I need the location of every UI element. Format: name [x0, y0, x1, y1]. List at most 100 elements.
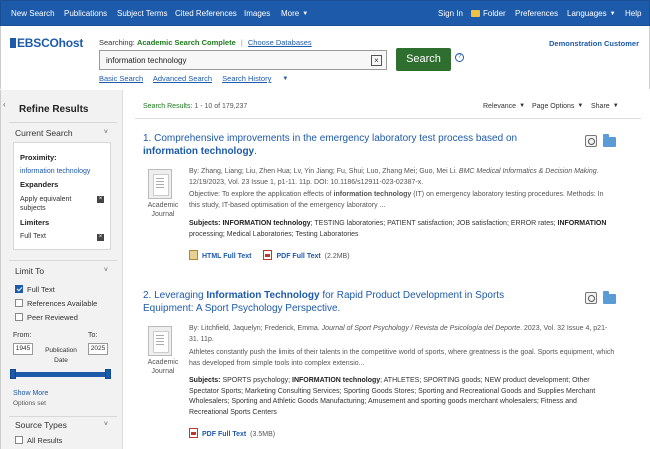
subject-list[interactable]: processing; Medical Laboratories; Testin…	[189, 231, 359, 238]
full-text-links: PDF Full Text (3.5MB)	[189, 428, 275, 438]
pdf-size: (3.5MB)	[250, 431, 276, 438]
nav-cited-references[interactable]: Cited References	[175, 9, 237, 18]
expander-value: Apply equivalent subjects	[20, 196, 72, 212]
references-available-checkbox[interactable]: References Available	[15, 299, 97, 308]
pdf-full-text-link[interactable]: PDF Full Text	[189, 428, 246, 438]
clear-icon[interactable]: ×	[371, 55, 382, 66]
chevron-down-icon: ▼	[577, 103, 584, 109]
chevron-down-icon[interactable]: ˅	[104, 421, 108, 428]
nav-more[interactable]: More ▼	[281, 9, 308, 18]
search-box: ×	[99, 50, 387, 70]
nav-folder-label: Folder	[483, 9, 506, 18]
subject-highlight[interactable]: INFORMATION technology	[292, 377, 380, 384]
result-authors: By: Zhang, Liang; Liu, Zhen Hua; Lv, Yin…	[189, 168, 457, 175]
from-year-input[interactable]: 1945	[13, 343, 33, 355]
nav-subject-terms[interactable]: Subject Terms	[117, 9, 168, 18]
result-title-highlight[interactable]: information technology	[143, 146, 254, 157]
search-history-link[interactable]: Search History ▼	[222, 74, 296, 83]
to-year-input[interactable]: 2025	[88, 343, 108, 355]
checkbox-unchecked[interactable]	[15, 313, 23, 321]
search-history-label: Search History	[222, 74, 272, 83]
subject-list[interactable]: ; TESTING laboratories; PATIENT satisfac…	[311, 220, 556, 227]
result-title-text[interactable]: Leveraging	[154, 290, 203, 301]
divider	[9, 260, 117, 261]
chevron-down-icon[interactable]: ˅	[104, 129, 108, 136]
remove-icon[interactable]: ×	[97, 196, 104, 203]
result-title[interactable]: 1. Comprehensive improvements in the eme…	[143, 133, 538, 158]
checkbox-label: All Results	[27, 436, 63, 445]
pdf-full-text-link[interactable]: PDF Full Text	[263, 250, 321, 260]
nav-preferences[interactable]: Preferences	[515, 9, 558, 18]
pdf-full-text-label: PDF Full Text	[276, 253, 321, 260]
choose-databases-link[interactable]: Choose Databases	[248, 38, 312, 47]
ebscohost-logo[interactable]: EBSCOhost	[10, 36, 83, 50]
subject-highlight[interactable]: INFORMATION	[558, 220, 607, 227]
preview-icon[interactable]	[585, 135, 597, 147]
add-to-folder-icon[interactable]	[603, 291, 616, 304]
checkbox-unchecked[interactable]	[15, 299, 23, 307]
page-options-dropdown[interactable]: Page Options ▼	[532, 103, 583, 110]
nav-new-search[interactable]: New Search	[11, 9, 55, 18]
chevron-down-icon[interactable]: ˅	[104, 267, 108, 274]
abstract-text: Objective: To explore the application ef…	[189, 191, 332, 198]
options-set-label[interactable]: Options set	[13, 400, 46, 407]
result-title-end[interactable]: .	[254, 146, 257, 157]
help-icon[interactable]: ?	[455, 53, 464, 62]
result-subjects: Subjects: INFORMATION technology; TESTIN…	[189, 219, 615, 240]
all-results-checkbox[interactable]: All Results	[15, 436, 62, 445]
result-journal[interactable]: Journal of Sport Psychology / Revista de…	[322, 325, 520, 332]
limit-to-heading[interactable]: Limit To	[15, 266, 44, 276]
full-text-checkbox[interactable]: Full Text	[15, 285, 55, 294]
checkbox-unchecked[interactable]	[15, 436, 23, 444]
basic-search-link[interactable]: Basic Search	[99, 74, 143, 83]
nav-sign-in[interactable]: Sign In	[438, 9, 463, 18]
search-input[interactable]	[106, 54, 366, 67]
subjects-label: Subjects:	[189, 377, 221, 384]
current-search-heading[interactable]: Current Search	[15, 128, 73, 138]
checkbox-checked[interactable]	[15, 285, 23, 293]
slider-max-handle[interactable]	[105, 369, 111, 379]
collapse-icon[interactable]: ‹	[3, 100, 6, 109]
date-range-slider[interactable]	[13, 372, 109, 377]
from-label: From:	[13, 332, 32, 339]
search-button[interactable]: Search	[396, 48, 451, 71]
result-title-text[interactable]: Comprehensive improvements in the emerge…	[154, 133, 517, 144]
nav-folder[interactable]: Folder	[471, 9, 506, 18]
journal-icon[interactable]	[148, 169, 172, 199]
refine-sidebar: ‹ Refine Results Current Search ˅ Proxim…	[0, 90, 123, 449]
folder-icon	[471, 10, 480, 17]
nav-images[interactable]: Images	[244, 9, 270, 18]
page-options-label: Page Options	[532, 103, 575, 110]
subject-highlight[interactable]: INFORMATION technology	[222, 220, 310, 227]
share-dropdown[interactable]: Share ▼	[591, 103, 619, 110]
html-full-text-link[interactable]: HTML Full Text	[189, 250, 252, 260]
show-more-link[interactable]: Show More	[13, 390, 48, 397]
divider	[9, 416, 117, 417]
nav-languages[interactable]: Languages ▼	[567, 9, 616, 18]
relevance-dropdown[interactable]: Relevance ▼	[483, 103, 525, 110]
subject-list[interactable]: SPORTS psychology;	[222, 377, 290, 384]
searching-line: Searching: Academic Search Complete | Ch…	[99, 38, 312, 47]
result-title-highlight[interactable]: Information Technology	[206, 290, 319, 301]
source-types-heading[interactable]: Source Types	[15, 420, 67, 430]
customer-name: Demonstration Customer	[548, 39, 639, 48]
advanced-search-link[interactable]: Advanced Search	[153, 74, 212, 83]
preview-icon[interactable]	[585, 292, 597, 304]
relevance-label: Relevance	[483, 103, 517, 110]
slider-min-handle[interactable]	[10, 369, 16, 379]
peer-reviewed-checkbox[interactable]: Peer Reviewed	[15, 313, 78, 322]
database-name: Academic Search Complete	[136, 38, 236, 47]
html-icon	[189, 250, 198, 260]
add-to-folder-icon[interactable]	[603, 134, 616, 147]
abstract-highlight: information technology	[333, 191, 412, 198]
result-journal[interactable]: BMC Medical Informatics & Decision Makin…	[459, 168, 597, 175]
nav-publications[interactable]: Publications	[64, 9, 107, 18]
subjects-label: Subjects:	[189, 220, 221, 227]
publication-type: Academic Journal	[147, 202, 179, 218]
remove-icon[interactable]: ×	[97, 234, 104, 241]
result-title[interactable]: 2. Leveraging Information Technology for…	[143, 290, 538, 315]
proximity-value[interactable]: information technology	[20, 168, 90, 175]
nav-help[interactable]: Help	[625, 9, 641, 18]
limiter-value: Full Text	[20, 233, 46, 240]
journal-icon[interactable]	[148, 326, 172, 356]
